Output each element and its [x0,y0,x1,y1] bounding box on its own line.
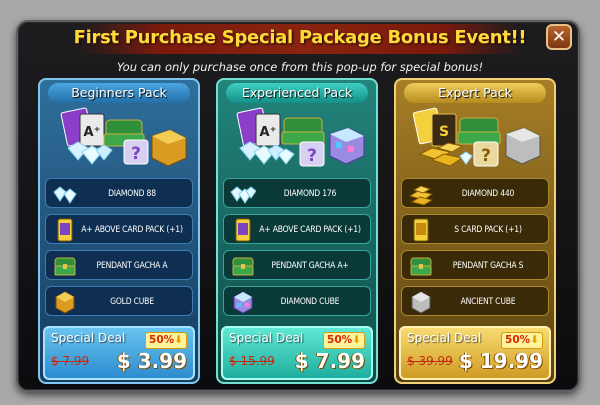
item-label: A+ ABOVE CARD PACK (+1) [81,225,183,235]
item-row-cube: ANCIENT CUBE [401,286,549,316]
diamond-icon [52,182,78,206]
svg-text:A⁺: A⁺ [260,125,277,140]
chest-icon [408,254,434,278]
discount-badge: 50%⬇ [501,332,543,349]
close-icon: ✕ [551,26,567,47]
diamond-icon [230,182,256,206]
svg-text:?: ? [131,144,141,164]
item-row-pendant-gacha: PENDANT GACHA A+ [223,250,371,280]
item-label: A+ ABOVE CARD PACK (+1) [259,225,361,235]
item-row-cube: GOLD CUBE [45,286,193,316]
diamond-cube-icon [230,290,256,314]
discount-badge: 50%⬇ [145,332,187,349]
pack-card-experienced[interactable]: Experienced Pack A⁺ ? DIAMOND 176 A+ ABO… [216,78,378,384]
item-row-diamond: DIAMOND 88 [45,178,193,208]
item-label: ANCIENT CUBE [460,297,516,307]
item-row-diamond: DIAMOND 440 [401,178,549,208]
sale-price: $ 19.99 [458,349,543,373]
item-label: GOLD CUBE [110,297,154,307]
down-arrow-icon: ⬇ [174,334,183,346]
item-row-pendant-gacha: PENDANT GACHA S [401,250,549,280]
chest-icon [230,254,256,278]
original-price: $ 15.99 [229,354,275,368]
item-row-cube: DIAMOND CUBE [223,286,371,316]
card-pack-icon [230,218,256,242]
pack-bundle-illustration: A⁺ ? [224,106,370,172]
special-deal-label: Special Deal [407,331,482,345]
card-pack-icon [52,218,78,242]
item-label: PENDANT GACHA A+ [271,261,349,271]
pack-title: Beginners Pack [48,83,190,103]
special-deal-label: Special Deal [51,331,126,345]
sale-price: $ 3.99 [116,349,187,373]
svg-text:S: S [439,124,449,140]
pack-title: Experienced Pack [226,83,368,103]
popup-title: First Purchase Special Package Bonus Eve… [73,27,527,48]
discount-badge: 50%⬇ [323,332,365,349]
ancient-cube-icon [408,290,434,314]
item-label: DIAMOND 440 [461,189,515,199]
svg-text:?: ? [481,146,491,166]
pack-card-expert[interactable]: Expert Pack S ? DIAMOND 440 S CARD PACK … [394,78,556,384]
svg-text:A⁺: A⁺ [84,125,101,140]
down-arrow-icon: ⬇ [352,334,361,346]
svg-text:?: ? [307,146,317,166]
item-row-card-pack: A+ ABOVE CARD PACK (+1) [223,214,371,244]
buy-button[interactable]: Special Deal 50%⬇ $ 39.99 $ 19.99 [399,326,551,380]
original-price: $ 39.99 [407,354,453,368]
pack-card-beginners[interactable]: Beginners Pack A⁺ ? DIAMOND 88 A+ ABOVE … [38,78,200,384]
close-button[interactable]: ✕ [546,24,572,50]
popup-subtitle: You can only purchase once from this pop… [116,60,484,74]
item-label: S CARD PACK (+1) [454,225,522,235]
buy-button[interactable]: Special Deal 50%⬇ $ 15.99 $ 7.99 [221,326,373,380]
sale-price: $ 7.99 [294,349,365,373]
item-label: DIAMOND CUBE [280,297,340,307]
item-row-pendant-gacha: PENDANT GACHA A [45,250,193,280]
item-label: PENDANT GACHA S [452,261,524,271]
pack-bundle-illustration: A⁺ ? [46,106,192,172]
gold-bars-icon [408,182,434,206]
down-arrow-icon: ⬇ [530,334,539,346]
chest-icon [52,254,78,278]
card-pack-icon [408,218,434,242]
buy-button[interactable]: Special Deal 50%⬇ $ 7.99 $ 3.99 [43,326,195,380]
item-row-card-pack: A+ ABOVE CARD PACK (+1) [45,214,193,244]
item-row-card-pack: S CARD PACK (+1) [401,214,549,244]
item-row-diamond: DIAMOND 176 [223,178,371,208]
original-price: $ 7.99 [51,354,90,368]
item-label: DIAMOND 88 [108,189,156,199]
item-label: DIAMOND 176 [283,189,337,199]
item-label: PENDANT GACHA A [96,261,168,271]
pack-bundle-illustration: S ? [402,106,548,172]
pack-title: Expert Pack [404,83,546,103]
gold-cube-icon [52,290,78,314]
special-deal-label: Special Deal [229,331,304,345]
